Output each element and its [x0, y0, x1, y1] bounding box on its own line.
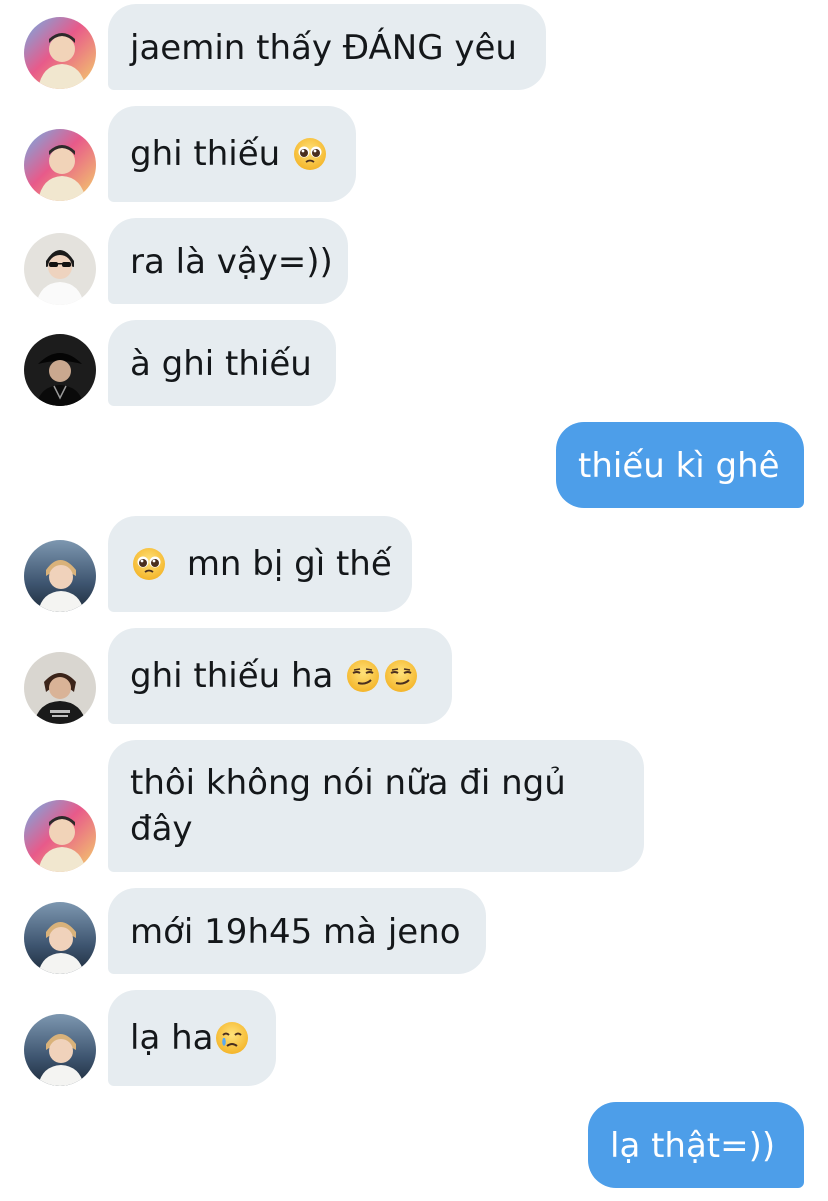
message-text: mn bị gì thế: [186, 544, 392, 584]
smirking-face-icon: [346, 659, 380, 693]
message-bubble[interactable]: mới 19h45 mà jeno: [108, 888, 486, 974]
message-text: ghi thiếu ha: [130, 656, 345, 696]
message-text: mới 19h45 mà jeno: [130, 912, 461, 952]
pleading-face-icon: [293, 137, 327, 171]
smirking-face-icon: [384, 659, 418, 693]
message-bubble[interactable]: ra là vậy=)): [108, 218, 348, 304]
avatar-user-white-shirt[interactable]: [24, 233, 96, 305]
face-holding-back-tears-icon: [215, 1021, 249, 1055]
message-text: lạ ha: [130, 1018, 214, 1058]
message-bubble[interactable]: ghi thiếu ha: [108, 628, 452, 724]
message-bubble-outgoing[interactable]: thiếu kì ghê: [556, 422, 804, 508]
avatar-user-black-hat[interactable]: [24, 334, 96, 406]
avatar-jeno[interactable]: [24, 1014, 96, 1086]
message-bubble[interactable]: à ghi thiếu: [108, 320, 336, 406]
message-bubble[interactable]: thôi không nói nữa đi ngủ đây: [108, 740, 644, 872]
avatar-jeno[interactable]: [24, 540, 96, 612]
message-text: ghi thiếu: [130, 134, 291, 174]
message-bubble[interactable]: ghi thiếu: [108, 106, 356, 202]
message-text: ra là vậy=)): [130, 242, 333, 282]
pleading-face-icon: [132, 547, 166, 581]
message-text: lạ thật=)): [610, 1126, 776, 1166]
message-text: thiếu kì ghê: [578, 446, 780, 486]
message-bubble[interactable]: lạ ha: [108, 990, 276, 1086]
message-bubble-outgoing[interactable]: lạ thật=)): [588, 1102, 804, 1188]
message-text: thôi không nói nữa đi ngủ đây: [130, 763, 566, 849]
message-bubble[interactable]: mn bị gì thế: [108, 516, 412, 612]
avatar-jaemin[interactable]: [24, 17, 96, 89]
message-text: à ghi thiếu: [130, 344, 312, 384]
message-bubble[interactable]: jaemin thấy ĐÁNG yêu: [108, 4, 546, 90]
avatar-user-dark-hoodie[interactable]: [24, 652, 96, 724]
avatar-jaemin[interactable]: [24, 800, 96, 872]
avatar-jaemin[interactable]: [24, 129, 96, 201]
message-text: jaemin thấy ĐÁNG yêu: [130, 28, 517, 68]
avatar-jeno[interactable]: [24, 902, 96, 974]
